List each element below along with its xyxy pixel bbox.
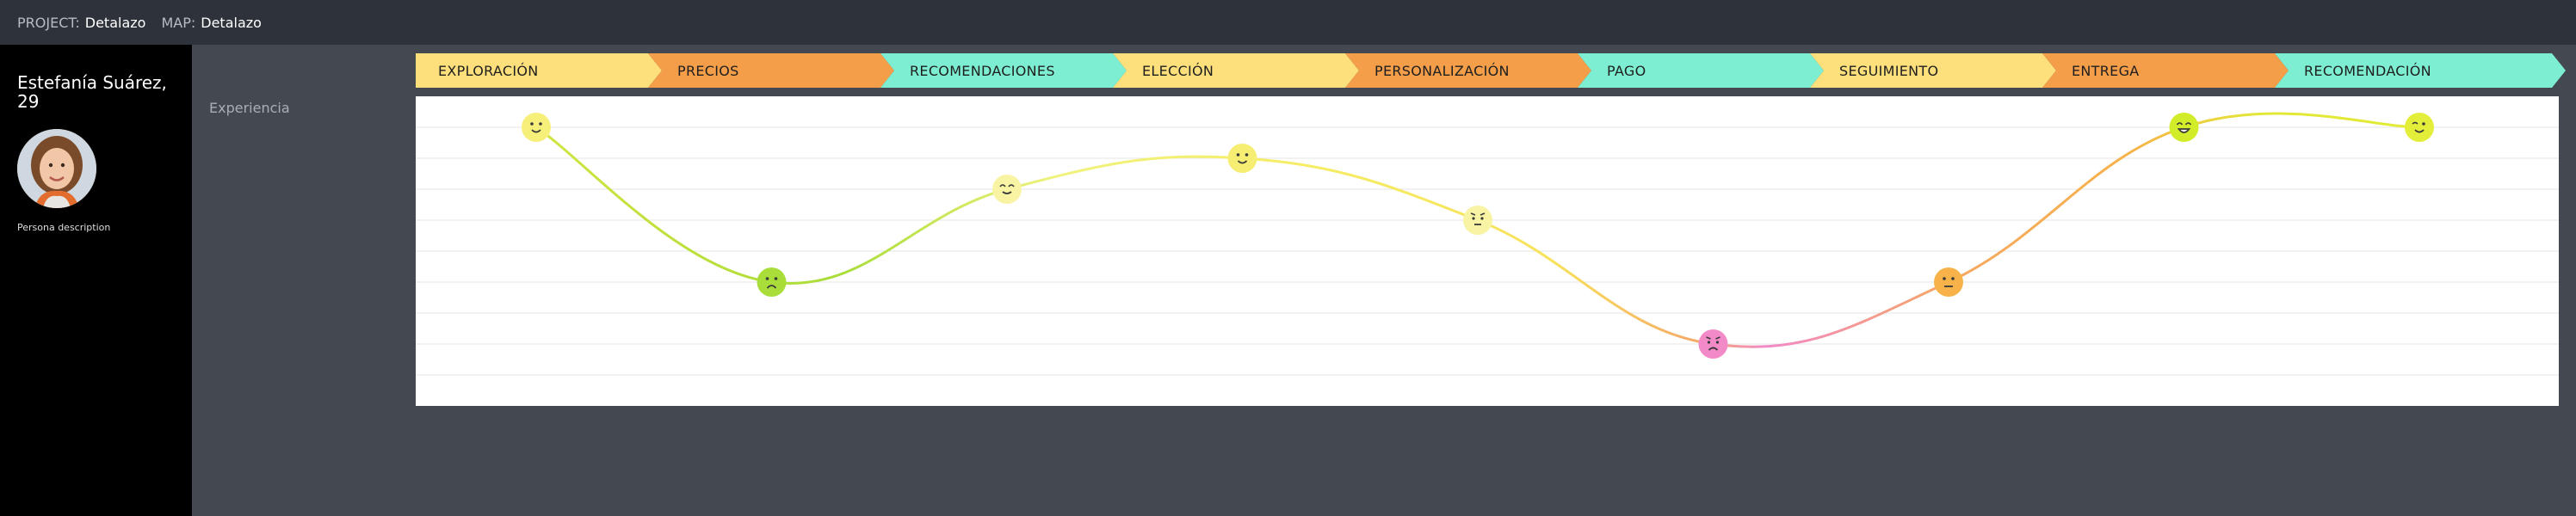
persona-panel: Estefanía Suárez, 29 Persona description — [0, 45, 192, 516]
stage-label: PRECIOS — [677, 62, 739, 79]
content-face-icon[interactable] — [992, 175, 1022, 204]
stage-label: SEGUIMIENTO — [1839, 62, 1939, 79]
stage-6[interactable]: PAGO — [1578, 53, 1824, 88]
persona-avatar[interactable] — [17, 129, 96, 208]
stage-1[interactable]: EXPLORACIÓN — [416, 53, 662, 88]
smile-face-icon[interactable] — [522, 113, 551, 142]
stage-label: EXPLORACIÓN — [438, 62, 539, 79]
stage-8[interactable]: ENTREGA — [2042, 53, 2289, 88]
worried-face-icon[interactable] — [1698, 329, 1728, 359]
persona-name: Estefanía Suárez, 29 — [17, 72, 167, 112]
stage-2[interactable]: PRECIOS — [648, 53, 894, 88]
unsure-face-icon[interactable] — [1463, 206, 1492, 235]
stage-label: ENTREGA — [2072, 62, 2140, 79]
smile-face-icon[interactable] — [1227, 144, 1257, 173]
stage-9[interactable]: RECOMENDACIÓN — [2275, 53, 2566, 88]
stage-label: RECOMENDACIONES — [910, 62, 1055, 79]
stage-7[interactable]: SEGUIMIENTO — [1810, 53, 2056, 88]
wink-face-icon[interactable] — [2405, 113, 2434, 142]
stage-label: RECOMENDACIÓN — [2304, 62, 2431, 79]
stage-label: PAGO — [1607, 62, 1646, 79]
experience-chart-svg — [416, 112, 2559, 376]
experience-chart — [416, 96, 2559, 406]
stage-5[interactable]: PERSONALIZACIÓN — [1345, 53, 1591, 88]
map-name[interactable]: Detalazo — [201, 15, 262, 31]
neutral-face-icon[interactable] — [1934, 267, 1963, 297]
stage-3[interactable]: RECOMENDACIONES — [880, 53, 1127, 88]
stage-label: ELECCIÓN — [1142, 62, 1214, 79]
persona-description: Persona description — [17, 222, 111, 233]
top-bar: PROJECT: Detalazo MAP: Detalazo — [0, 0, 2576, 45]
happy-face-icon[interactable] — [2169, 113, 2199, 142]
stage-label: PERSONALIZACIÓN — [1374, 62, 1510, 79]
stage-bar: EXPLORACIÓN PRECIOS RECOMENDACIONES ELECCIÓ… — [416, 53, 2576, 88]
experience-lane-label: Experiencia — [209, 100, 290, 116]
sad-face-icon[interactable] — [757, 267, 787, 297]
stage-4[interactable]: ELECCIÓN — [1113, 53, 1359, 88]
avatar-image — [17, 129, 96, 208]
chart-gridlines — [416, 126, 2559, 376]
map-key: MAP: — [161, 14, 196, 31]
project-name[interactable]: Detalazo — [85, 15, 146, 31]
project-key: PROJECT: — [17, 14, 80, 31]
